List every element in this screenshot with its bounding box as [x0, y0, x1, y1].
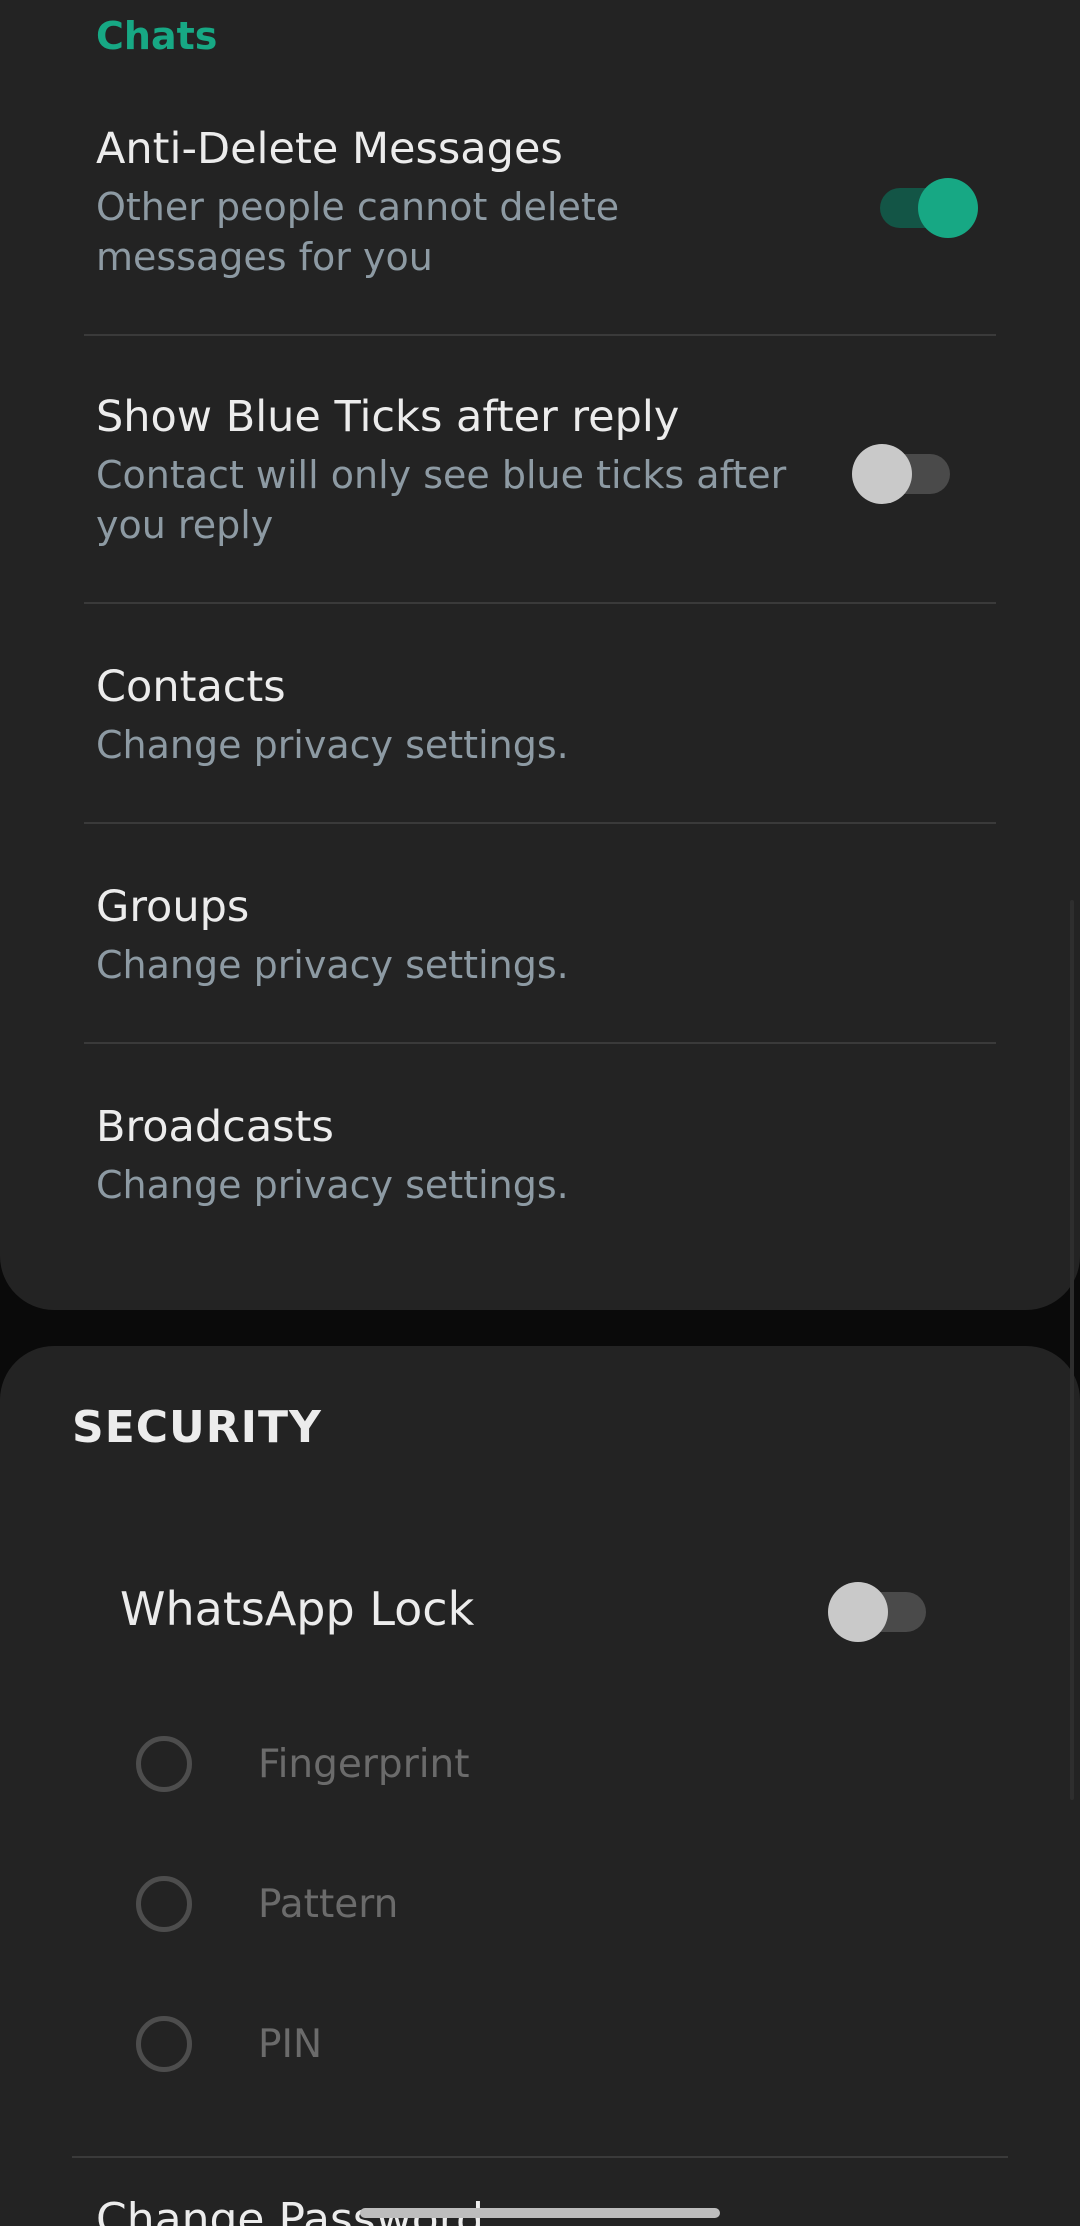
radio-button[interactable]	[136, 1736, 192, 1792]
blue-ticks-toggle[interactable]	[852, 436, 954, 504]
divider	[84, 822, 996, 824]
chats-privacy-card: Chats Anti-Delete Messages Other people …	[0, 0, 1080, 1310]
pref-subtitle: Change privacy settings.	[96, 1163, 569, 1207]
radio-button[interactable]	[136, 1876, 192, 1932]
lock-option-pin[interactable]: PIN	[0, 1998, 1080, 2098]
pref-anti-delete-messages[interactable]: Anti-Delete Messages Other people cannot…	[0, 110, 1080, 330]
divider	[72, 2156, 1008, 2158]
radio-label: PIN	[258, 2022, 323, 2067]
pref-subtitle-line: Other people cannot delete	[96, 185, 620, 229]
radio-label: Pattern	[258, 1882, 399, 1927]
radio-label: Fingerprint	[258, 1742, 470, 1787]
divider	[84, 602, 996, 604]
security-header: SECURITY	[72, 1402, 322, 1453]
pref-subtitle-line: you reply	[96, 503, 274, 547]
pref-contacts[interactable]: Contacts Change privacy settings.	[0, 648, 1080, 818]
lock-option-pattern[interactable]: Pattern	[0, 1858, 1080, 1958]
security-card: SECURITY WhatsApp Lock Fingerprint Patte…	[0, 1346, 1080, 2226]
pref-title: Show Blue Ticks after reply	[96, 392, 680, 442]
scrollbar[interactable]	[1070, 900, 1074, 1800]
pref-title: Broadcasts	[96, 1102, 334, 1152]
pref-title: Anti-Delete Messages	[96, 124, 563, 174]
toggle-thumb	[918, 178, 978, 238]
whatsapp-lock-label: WhatsApp Lock	[120, 1582, 475, 1636]
divider	[84, 1042, 996, 1044]
section-label-chats: Chats	[96, 14, 218, 58]
toggle-thumb	[852, 444, 912, 504]
pref-subtitle: Contact will only see blue ticks after y…	[96, 450, 786, 550]
whatsapp-lock-toggle[interactable]	[828, 1574, 930, 1642]
pref-title: Contacts	[96, 662, 286, 712]
pref-subtitle: Change privacy settings.	[96, 723, 569, 767]
pref-subtitle-line: messages for you	[96, 235, 433, 279]
home-indicator[interactable]	[360, 2208, 720, 2218]
anti-delete-toggle[interactable]	[876, 170, 978, 238]
divider	[84, 334, 996, 336]
pref-broadcasts[interactable]: Broadcasts Change privacy settings.	[0, 1088, 1080, 1258]
screen: Chats Anti-Delete Messages Other people …	[0, 0, 1080, 2226]
pref-groups[interactable]: Groups Change privacy settings.	[0, 868, 1080, 1038]
lock-option-fingerprint[interactable]: Fingerprint	[0, 1718, 1080, 1818]
pref-subtitle: Change privacy settings.	[96, 943, 569, 987]
radio-button[interactable]	[136, 2016, 192, 2072]
pref-title: Groups	[96, 882, 250, 932]
pref-subtitle: Other people cannot delete messages for …	[96, 182, 619, 282]
toggle-thumb	[828, 1582, 888, 1642]
pref-show-blue-ticks[interactable]: Show Blue Ticks after reply Contact will…	[0, 378, 1080, 598]
pref-subtitle-line: Contact will only see blue ticks after	[96, 453, 787, 497]
